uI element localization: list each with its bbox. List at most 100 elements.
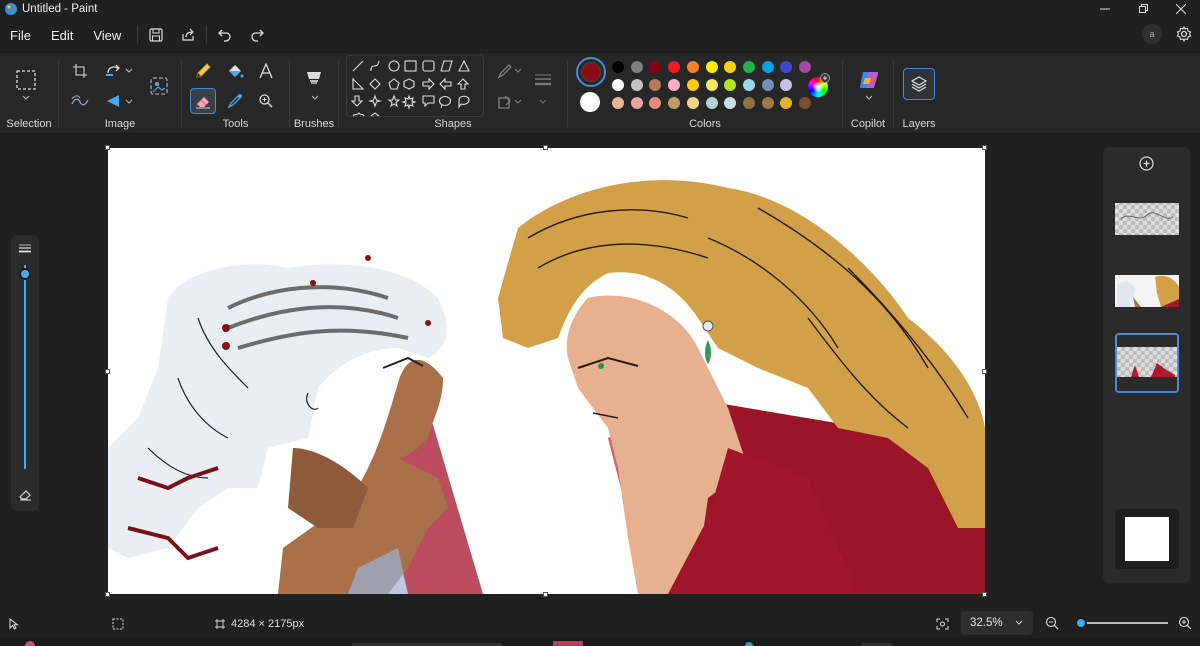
text-icon[interactable] (253, 58, 279, 84)
image-creator-icon[interactable] (146, 73, 172, 99)
color-swatch[interactable] (686, 97, 699, 109)
color-swatch[interactable] (649, 79, 662, 91)
share-icon[interactable] (172, 21, 204, 49)
layer-thumbnail[interactable] (1115, 261, 1179, 321)
paint-app-icon (5, 3, 17, 15)
zoom-in-icon[interactable] (1178, 616, 1192, 630)
color-swatch[interactable] (612, 61, 624, 73)
menu-view[interactable]: View (83, 21, 131, 49)
color-swatch[interactable] (724, 61, 737, 73)
resize-handle[interactable] (543, 592, 548, 597)
undo-icon[interactable] (209, 21, 241, 49)
magnifier-icon[interactable] (253, 88, 279, 114)
resize-handle[interactable] (105, 592, 110, 597)
color-swatch[interactable] (780, 61, 793, 73)
resize-handle[interactable] (982, 369, 987, 374)
add-color-icon[interactable] (820, 73, 830, 83)
fit-to-window-icon[interactable] (936, 618, 949, 630)
color-swatch[interactable] (724, 97, 737, 109)
pencil-icon[interactable] (190, 58, 216, 84)
chevron-down-icon[interactable] (865, 95, 873, 101)
color-swatch[interactable] (761, 61, 774, 73)
secondary-color[interactable] (580, 92, 600, 112)
color-swatch[interactable] (649, 97, 662, 109)
minimize-icon[interactable] (1086, 0, 1124, 18)
selection-group: Selection (0, 53, 58, 135)
brush-size-thumb[interactable] (19, 268, 31, 280)
selection-label: Selection (6, 118, 52, 130)
layers-button[interactable] (903, 68, 935, 100)
color-swatch[interactable] (668, 61, 681, 73)
color-swatch[interactable] (799, 97, 811, 109)
color-swatch[interactable] (630, 97, 643, 109)
close-icon[interactable] (1162, 0, 1200, 18)
color-swatch[interactable] (612, 97, 624, 109)
chevron-down-icon[interactable] (125, 68, 133, 74)
color-swatch[interactable] (705, 61, 718, 73)
color-swatch[interactable] (649, 61, 662, 73)
resize-handle[interactable] (105, 145, 110, 150)
zoom-out-icon[interactable] (1045, 616, 1059, 630)
resize-icon[interactable] (101, 58, 127, 84)
resize-handle[interactable] (982, 592, 987, 597)
color-swatch[interactable] (780, 97, 793, 109)
color-swatch[interactable] (668, 79, 681, 91)
color-swatch[interactable] (686, 61, 699, 73)
color-swatch[interactable] (705, 79, 718, 91)
color-swatch[interactable] (612, 79, 624, 91)
zoom-level-select[interactable]: 32.5% (961, 611, 1033, 635)
eraser-icon[interactable] (190, 88, 216, 114)
fill-icon[interactable] (222, 58, 248, 84)
zoom-slider-track[interactable] (1076, 622, 1168, 624)
color-swatch[interactable] (630, 61, 643, 73)
background-layer-thumbnail[interactable] (1115, 509, 1179, 569)
color-swatch[interactable] (742, 61, 755, 73)
layers-label: Layers (902, 118, 936, 130)
brushes-label: Brushes (293, 118, 335, 130)
crop-icon[interactable] (67, 58, 93, 84)
brush-icon[interactable] (301, 67, 327, 93)
color-swatch[interactable] (761, 79, 774, 91)
brush-size-track[interactable] (24, 265, 26, 469)
chevron-down-icon[interactable] (22, 95, 30, 101)
layer-thumbnail-selected[interactable] (1115, 333, 1179, 393)
menu-edit[interactable]: Edit (41, 21, 83, 49)
rotate-icon[interactable] (101, 88, 127, 114)
copilot-label: Copilot (850, 118, 886, 130)
redo-icon[interactable] (241, 21, 273, 49)
color-swatch[interactable] (780, 79, 793, 91)
gear-icon[interactable] (1176, 26, 1192, 42)
chevron-down-icon[interactable] (125, 99, 133, 105)
maximize-icon[interactable] (1124, 0, 1162, 18)
color-swatch[interactable] (799, 61, 811, 73)
color-swatch[interactable] (686, 79, 699, 91)
resize-handle[interactable] (982, 145, 987, 150)
zoom-slider-thumb[interactable] (1074, 617, 1087, 629)
selection-size-icon (112, 618, 124, 630)
color-swatch[interactable] (742, 97, 755, 109)
selection-tool[interactable] (13, 67, 39, 93)
color-swatch[interactable] (724, 79, 737, 91)
account-avatar[interactable]: a (1142, 24, 1162, 44)
brush-size-icon (19, 244, 31, 253)
add-layer-icon[interactable] (1139, 156, 1154, 171)
tools-group: Tools (182, 53, 289, 135)
color-swatch[interactable] (630, 79, 643, 91)
color-picker-icon[interactable] (222, 88, 248, 114)
color-swatch[interactable] (705, 97, 718, 109)
chevron-down-icon[interactable] (311, 95, 319, 101)
canvas[interactable] (108, 148, 985, 594)
eraser-icon[interactable] (18, 487, 32, 501)
resize-handle[interactable] (543, 145, 548, 150)
resize-handle[interactable] (105, 369, 110, 374)
menu-file[interactable]: File (0, 21, 41, 49)
color-swatch[interactable] (761, 97, 774, 109)
layer-thumbnail[interactable] (1115, 189, 1179, 249)
color-swatch[interactable] (742, 79, 755, 91)
remove-background-icon[interactable] (67, 88, 93, 114)
save-icon[interactable] (140, 21, 172, 49)
primary-color-ring[interactable] (576, 57, 606, 87)
color-swatch[interactable] (668, 97, 681, 109)
copilot-icon[interactable] (856, 67, 882, 93)
copilot-group: Copilot (843, 53, 893, 135)
